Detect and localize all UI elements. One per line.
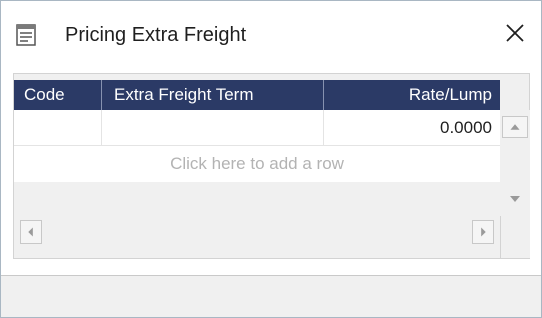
grid-header: Code Extra Freight Term Rate/Lump (14, 80, 500, 110)
scroll-left-arrow-icon[interactable] (20, 220, 42, 244)
add-row-prompt[interactable]: Click here to add a row (14, 146, 500, 182)
title-bar: Pricing Extra Freight (1, 1, 541, 65)
cell-extra-freight-term[interactable] (102, 110, 324, 145)
vertical-scrollbar[interactable] (500, 110, 530, 216)
scrollbar-corner (500, 216, 530, 258)
horizontal-scrollbar[interactable] (14, 216, 500, 246)
table-row[interactable]: 0.0000 (14, 110, 500, 146)
dialog-window: Pricing Extra Freight Code Extra Freight… (0, 0, 542, 318)
scroll-down-arrow-icon[interactable] (502, 188, 528, 210)
scroll-up-arrow-icon[interactable] (502, 116, 528, 138)
cell-code[interactable] (14, 110, 102, 145)
status-bar (1, 276, 541, 317)
dialog-title: Pricing Extra Freight (65, 24, 247, 46)
scroll-right-arrow-icon[interactable] (472, 220, 494, 244)
column-header-extra-freight-term[interactable]: Extra Freight Term (102, 80, 324, 110)
column-header-code[interactable]: Code (14, 80, 102, 110)
close-icon[interactable] (501, 19, 529, 47)
cell-rate-lump[interactable]: 0.0000 (324, 110, 500, 145)
document-list-icon (16, 24, 36, 46)
column-header-rate-lump[interactable]: Rate/Lump (324, 80, 500, 110)
extra-freight-grid: Code Extra Freight Term Rate/Lump 0.0000… (13, 73, 530, 259)
